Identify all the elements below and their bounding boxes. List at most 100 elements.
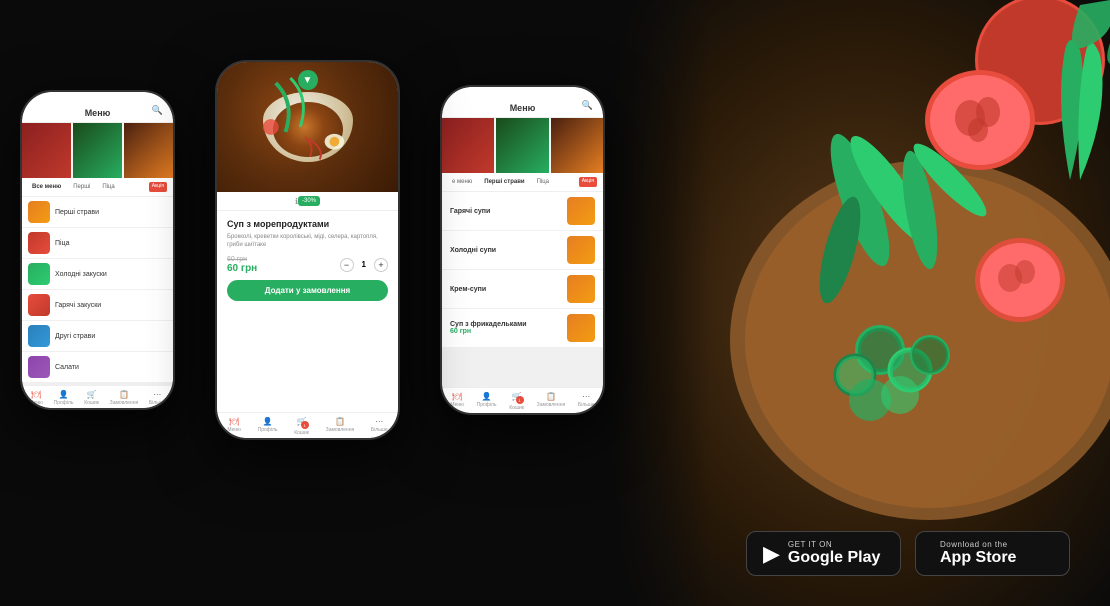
tab-first[interactable]: Перші <box>69 182 94 192</box>
nav-profile-c[interactable]: 👤 Профіль <box>258 417 278 436</box>
qty-value: 1 <box>362 260 366 269</box>
nav-orders-r[interactable]: 📋 Замовлення <box>537 392 566 411</box>
menu-list-right: Гарячі супи Холодні супи Крем-супи <box>442 192 603 387</box>
list-item[interactable]: Суп з фрикадельками 60 грн <box>442 309 603 347</box>
nav-menu-c[interactable]: 🍽 Меню <box>227 417 241 436</box>
item-label-salat: Салати <box>55 364 79 371</box>
nav-menu-r[interactable]: 🍽 Меню <box>450 392 464 411</box>
nav-basket-r[interactable]: 🛒 1 Кошик <box>509 392 524 411</box>
nav-more[interactable]: ⋯ Більше <box>149 390 166 406</box>
nav-basket[interactable]: 🛒 Кошик <box>84 390 99 406</box>
nav-more-label: Більше <box>149 400 166 406</box>
item-img-pizza <box>28 232 50 254</box>
actsiya-badge-right: Акція <box>579 177 597 187</box>
list-item[interactable]: Салати <box>22 352 173 382</box>
item-label-pizza: Піца <box>55 240 70 247</box>
food-banner-right <box>442 118 603 173</box>
google-play-text: GET IT ON Google Play <box>788 540 880 567</box>
qty-minus-button[interactable]: − <box>340 258 354 272</box>
list-item[interactable]: Гарячі супи <box>442 192 603 230</box>
orders-icon-c: 📋 <box>335 417 345 426</box>
dish-price-row: 60 грн 60 грн − 1 + <box>227 256 388 274</box>
banner-item-2 <box>73 123 122 178</box>
basket-icon: 🛒 <box>87 390 97 399</box>
menu-icon-r: 🍽 <box>452 392 462 401</box>
google-play-button[interactable]: ▶ GET IT ON Google Play <box>746 531 901 576</box>
google-play-line2: Google Play <box>788 549 880 567</box>
nav-basket-c[interactable]: 🛒 1 Кошик <box>294 417 309 436</box>
nav-orders[interactable]: 📋 Замовлення <box>110 390 139 406</box>
nav-profile-r[interactable]: 👤 Профіль <box>477 392 497 411</box>
subcategory-name-4: Суп з фрикадельками <box>450 321 567 328</box>
item-img-hot <box>28 294 50 316</box>
subcategory-name-1: Гарячі супи <box>450 208 567 215</box>
tab-all-r[interactable]: е меню <box>448 177 476 187</box>
nav-profile-label-r: Профіль <box>477 402 497 408</box>
banner-item-1 <box>22 123 71 178</box>
nav-menu[interactable]: 🍽 Меню <box>29 390 43 406</box>
nav-profile[interactable]: 👤 Профіль <box>54 390 74 406</box>
orders-icon-r: 📋 <box>546 392 556 401</box>
nav-menu-label: Меню <box>29 400 43 406</box>
bottom-nav-right: 🍽 Меню 👤 Профіль 🛒 1 Кошик 📋 Замовлення <box>442 387 603 413</box>
subcategory-content-4: Суп з фрикадельками 60 грн <box>450 321 567 335</box>
phone-right-screen: Меню 🔍 е меню Перші страви Піца Акція Га… <box>442 87 603 413</box>
phone-center: ▼ ℹ <box>215 60 400 440</box>
nav-menu-label-c: Меню <box>227 427 241 433</box>
nav-basket-label: Кошик <box>84 400 99 406</box>
nav-more-r[interactable]: ⋯ Більше <box>578 392 595 411</box>
food-banner-left <box>22 123 173 178</box>
add-to-order-button[interactable]: Додати у замовлення <box>227 280 388 301</box>
list-item[interactable]: Другі страви <box>22 321 173 351</box>
phone-left: Меню 🔍 Все меню Перші Піца Акція Перші с… <box>20 90 175 410</box>
tab-pizza-left[interactable]: Піца <box>98 182 118 192</box>
dish-image: ▼ <box>217 62 398 192</box>
phone-right: Меню 🔍 е меню Перші страви Піца Акція Га… <box>440 85 605 415</box>
tab-all-menu[interactable]: Все меню <box>28 182 65 192</box>
phone-left-screen: Меню 🔍 Все меню Перші Піца Акція Перші с… <box>22 92 173 408</box>
search-icon: 🔍 <box>152 105 163 116</box>
list-item[interactable]: Холодні супи <box>442 231 603 269</box>
actsiya-badge-left: Акція <box>149 182 167 192</box>
bottom-nav-center: 🍽 Меню 👤 Профіль 🛒 1 Кошик 📋 Замовлення <box>217 412 398 438</box>
subcategory-img-1 <box>567 197 595 225</box>
list-item[interactable]: Піца <box>22 228 173 258</box>
tab-pizza-r[interactable]: Піца <box>533 177 553 187</box>
dish-old-price: 60 грн <box>227 256 257 263</box>
app-store-line1: Download on the <box>940 540 1016 549</box>
dish-name: Суп з морепродуктами <box>227 219 388 229</box>
profile-icon: 👤 <box>59 390 69 399</box>
dish-desc: Брокколі, креветки королівські, міді, се… <box>227 233 388 250</box>
discount-badge-center: -30% <box>298 196 320 206</box>
profile-icon-r: 👤 <box>482 392 492 401</box>
subcategory-content-3: Крем-супи <box>450 286 567 293</box>
phone-center-header: ℹ -30% <box>217 192 398 211</box>
subcategory-name-3: Крем-супи <box>450 286 567 293</box>
app-store-button[interactable]: Download on the App Store <box>915 531 1070 576</box>
list-item[interactable]: Холодні закуски <box>22 259 173 289</box>
nav-more-label-c: Більше <box>371 427 388 433</box>
item-img-salat <box>28 356 50 378</box>
tab-first-r[interactable]: Перші страви <box>480 177 528 187</box>
list-item[interactable]: Гарячі закуски <box>22 290 173 320</box>
item-label-soup: Перші страви <box>55 209 99 216</box>
menu-tabs-left: Все меню Перші Піца Акція <box>22 178 173 197</box>
list-item[interactable]: Крем-супи <box>442 270 603 308</box>
item-label-second: Другі страви <box>55 333 95 340</box>
item-img-cold <box>28 263 50 285</box>
qty-plus-button[interactable]: + <box>374 258 388 272</box>
subcategory-content-1: Гарячі супи <box>450 208 567 215</box>
nav-basket-label-c: Кошик <box>294 430 309 436</box>
google-play-icon: ▶ <box>763 543 780 565</box>
item-img-soup <box>28 201 50 223</box>
food-background <box>610 0 1110 606</box>
basket-badge-r: 1 <box>516 396 524 404</box>
dish-new-price: 60 грн <box>227 263 257 274</box>
list-item[interactable]: Перші страви <box>22 197 173 227</box>
phone-right-header: Меню 🔍 <box>442 87 603 118</box>
nav-orders-c[interactable]: 📋 Замовлення <box>326 417 355 436</box>
subcategory-name-2: Холодні супи <box>450 247 567 254</box>
item-label-hot: Гарячі закуски <box>55 302 101 309</box>
basket-badge: 1 <box>301 421 309 429</box>
nav-more-c[interactable]: ⋯ Більше <box>371 417 388 436</box>
